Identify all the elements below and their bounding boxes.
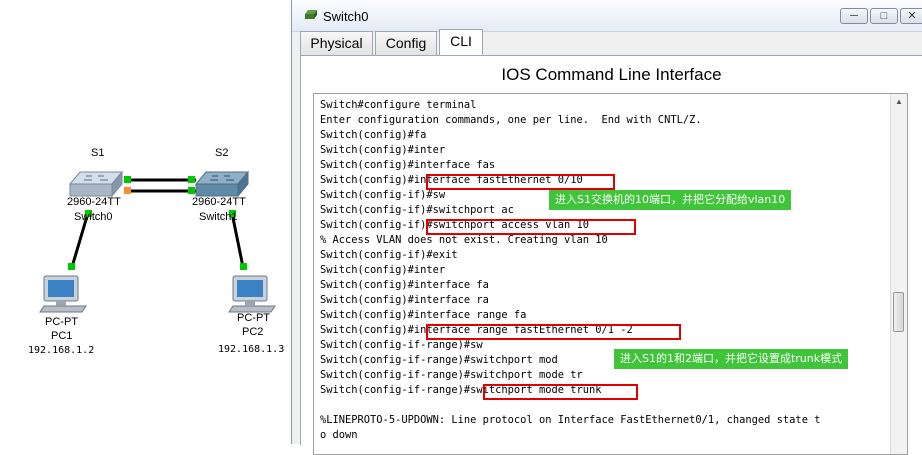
switch1-model: 2960-24TT <box>67 196 121 208</box>
terminal-line: Switch(config)#inter <box>320 144 446 156</box>
link-light <box>188 176 195 183</box>
cli-panel: IOS Command Line Interface Switch#config… <box>300 55 922 455</box>
link-light <box>188 187 195 194</box>
switch2-name: S2 <box>215 147 229 159</box>
scroll-up-icon[interactable]: ▲ <box>891 94 907 110</box>
close-button[interactable]: ✕ <box>900 8 922 24</box>
terminal-line: % Access VLAN does not exist. Creating v… <box>320 234 608 246</box>
terminal-line: Switch(config-if-range)#switchport mode … <box>320 369 583 381</box>
link-light-blocking <box>124 187 131 194</box>
device-window: Switch0 ─ □ ✕ Physical Config CLI IOS Co… <box>291 0 922 455</box>
pc1-name: PC1 <box>51 330 73 342</box>
pc2-type: PC-PT <box>237 312 270 324</box>
topology-links <box>39 170 276 313</box>
maximize-icon: □ <box>880 10 888 22</box>
switch-icon[interactable] <box>194 170 250 198</box>
link-light <box>240 263 247 270</box>
highlight-box <box>426 174 615 190</box>
switch2-hostname: Switch1 <box>199 211 238 223</box>
tab-physical[interactable]: Physical <box>300 31 373 55</box>
window-titlebar[interactable]: Switch0 ─ □ ✕ <box>292 0 922 32</box>
pc2-ip: 192.168.1.3 <box>218 344 285 355</box>
terminal-line: Switch(config)#inter <box>320 264 446 276</box>
maximize-button[interactable]: □ <box>870 8 898 24</box>
terminal-line: Switch(config)#interface fas <box>320 159 496 171</box>
window-title: Switch0 <box>323 9 369 24</box>
terminal-line: %LINEPROTO-5-UPDOWN: Line protocol on In… <box>320 414 821 426</box>
tab-config[interactable]: Config <box>375 31 437 55</box>
annotation-note: 进入S1的1和2端口，并把它设置成trunk模式 <box>614 349 849 369</box>
terminal-line: Enter configuration commands, one per li… <box>320 114 702 126</box>
switch1-name: S1 <box>91 147 105 159</box>
minimize-button[interactable]: ─ <box>840 8 868 24</box>
annotation-note: 进入S1交换机的10端口，并把它分配给vlan10 <box>549 190 792 210</box>
link-light <box>68 263 75 270</box>
highlight-box <box>426 219 636 235</box>
switch1-hostname: Switch0 <box>74 211 113 223</box>
switch-app-icon <box>305 10 317 19</box>
pc1-type: PC-PT <box>45 316 78 328</box>
highlight-box <box>426 324 681 340</box>
terminal-line: Switch(config-if)#exit <box>320 249 458 261</box>
link-light <box>124 176 131 183</box>
topology-canvas[interactable]: S1 2960-24TT Switch0 S2 2960-24TT Switch… <box>0 0 290 444</box>
terminal-line: Switch(config)#interface fa <box>320 279 489 291</box>
terminal-line: Switch(config)#fa <box>320 129 427 141</box>
pc2-name: PC2 <box>242 326 264 338</box>
panel-title: IOS Command Line Interface <box>501 65 722 84</box>
switch-icon[interactable] <box>68 170 124 198</box>
vertical-scrollbar[interactable]: ▲ <box>890 94 907 454</box>
cli-terminal[interactable]: Switch#configure terminal Enter configura… <box>313 93 908 455</box>
switch2-model: 2960-24TT <box>192 196 246 208</box>
terminal-line: o down <box>320 429 358 441</box>
tab-cli[interactable]: CLI <box>439 29 483 56</box>
pc-icon[interactable] <box>228 275 276 313</box>
terminal-line: Switch(config)#interface range fa <box>320 309 527 321</box>
terminal-line: Switch(config)#interface ra <box>320 294 489 306</box>
terminal-line: Switch#configure terminal <box>320 99 477 111</box>
scrollbar-thumb[interactable] <box>893 292 904 332</box>
pc1-ip: 192.168.1.2 <box>28 345 95 356</box>
pc-icon[interactable] <box>39 275 87 313</box>
minimize-icon: ─ <box>850 10 858 22</box>
highlight-box <box>483 384 638 400</box>
close-icon: ✕ <box>907 10 917 22</box>
